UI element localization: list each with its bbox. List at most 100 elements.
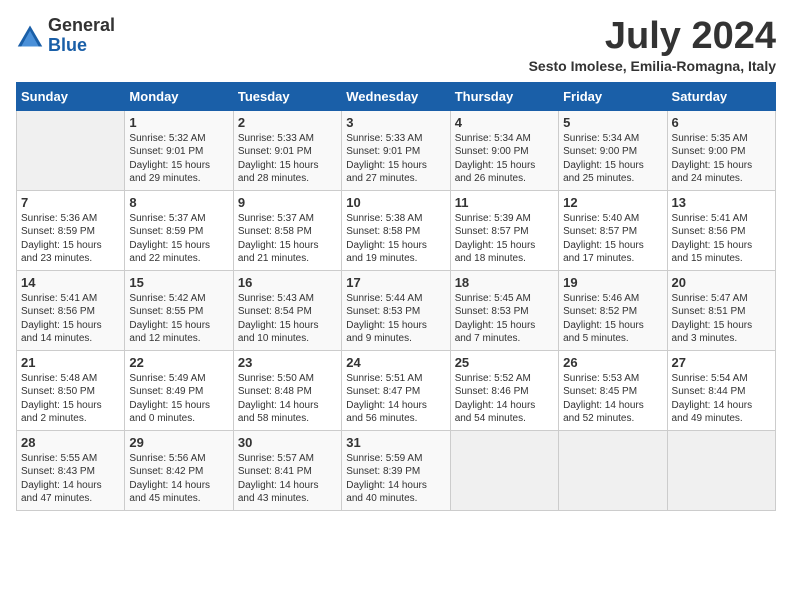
day-number: 23: [238, 355, 337, 370]
month-title: July 2024: [529, 16, 776, 58]
day-cell: 30 Sunrise: 5:57 AM Sunset: 8:41 PM Dayli…: [233, 430, 341, 510]
day-number: 1: [129, 115, 228, 130]
day-number: 5: [563, 115, 662, 130]
header-cell-monday: Monday: [125, 82, 233, 110]
day-cell: 15 Sunrise: 5:42 AM Sunset: 8:55 PM Dayli…: [125, 270, 233, 350]
week-row-1: 1 Sunrise: 5:32 AM Sunset: 9:01 PM Daylig…: [17, 110, 776, 190]
day-cell: 25 Sunrise: 5:52 AM Sunset: 8:46 PM Dayli…: [450, 350, 558, 430]
day-info: Sunrise: 5:54 AM Sunset: 8:44 PM Dayligh…: [672, 372, 771, 426]
day-number: 24: [346, 355, 445, 370]
day-number: 15: [129, 275, 228, 290]
day-cell: [559, 430, 667, 510]
day-number: 11: [455, 195, 554, 210]
day-info: Sunrise: 5:33 AM Sunset: 9:01 PM Dayligh…: [346, 132, 445, 186]
day-cell: 8 Sunrise: 5:37 AM Sunset: 8:59 PM Daylig…: [125, 190, 233, 270]
day-info: Sunrise: 5:44 AM Sunset: 8:53 PM Dayligh…: [346, 292, 445, 346]
day-number: 7: [21, 195, 120, 210]
day-number: 21: [21, 355, 120, 370]
day-cell: 18 Sunrise: 5:45 AM Sunset: 8:53 PM Dayli…: [450, 270, 558, 350]
week-row-4: 21 Sunrise: 5:48 AM Sunset: 8:50 PM Dayli…: [17, 350, 776, 430]
day-info: Sunrise: 5:55 AM Sunset: 8:43 PM Dayligh…: [21, 452, 120, 506]
day-info: Sunrise: 5:37 AM Sunset: 8:59 PM Dayligh…: [129, 212, 228, 266]
day-cell: 5Sunrise: 5:34 AM Sunset: 9:00 PM Daylig…: [559, 110, 667, 190]
day-info: Sunrise: 5:59 AM Sunset: 8:39 PM Dayligh…: [346, 452, 445, 506]
day-cell: 11 Sunrise: 5:39 AM Sunset: 8:57 PM Dayli…: [450, 190, 558, 270]
day-number: 27: [672, 355, 771, 370]
day-cell: 2 Sunrise: 5:33 AM Sunset: 9:01 PM Daylig…: [233, 110, 341, 190]
page-header: General Blue July 2024 Sesto Imolese, Em…: [16, 16, 776, 74]
day-cell: 9Sunrise: 5:37 AM Sunset: 8:58 PM Daylig…: [233, 190, 341, 270]
day-number: 14: [21, 275, 120, 290]
day-info: Sunrise: 5:41 AM Sunset: 8:56 PM Dayligh…: [21, 292, 120, 346]
day-cell: 12Sunrise: 5:40 AM Sunset: 8:57 PM Dayli…: [559, 190, 667, 270]
day-cell: 13 Sunrise: 5:41 AM Sunset: 8:56 PM Dayli…: [667, 190, 775, 270]
day-info: Sunrise: 5:48 AM Sunset: 8:50 PM Dayligh…: [21, 372, 120, 426]
day-info: Sunrise: 5:32 AM Sunset: 9:01 PM Dayligh…: [129, 132, 228, 186]
day-info: Sunrise: 5:49 AM Sunset: 8:49 PM Dayligh…: [129, 372, 228, 426]
day-cell: 20Sunrise: 5:47 AM Sunset: 8:51 PM Dayli…: [667, 270, 775, 350]
day-info: Sunrise: 5:41 AM Sunset: 8:56 PM Dayligh…: [672, 212, 771, 266]
day-number: 26: [563, 355, 662, 370]
day-number: 13: [672, 195, 771, 210]
day-cell: 28 Sunrise: 5:55 AM Sunset: 8:43 PM Dayli…: [17, 430, 125, 510]
day-info: Sunrise: 5:33 AM Sunset: 9:01 PM Dayligh…: [238, 132, 337, 186]
calendar-header: SundayMondayTuesdayWednesdayThursdayFrid…: [17, 82, 776, 110]
day-number: 25: [455, 355, 554, 370]
day-number: 28: [21, 435, 120, 450]
day-cell: 24 Sunrise: 5:51 AM Sunset: 8:47 PM Dayli…: [342, 350, 450, 430]
day-info: Sunrise: 5:46 AM Sunset: 8:52 PM Dayligh…: [563, 292, 662, 346]
day-cell: 1 Sunrise: 5:32 AM Sunset: 9:01 PM Daylig…: [125, 110, 233, 190]
header-cell-tuesday: Tuesday: [233, 82, 341, 110]
day-cell: 31 Sunrise: 5:59 AM Sunset: 8:39 PM Dayli…: [342, 430, 450, 510]
header-cell-saturday: Saturday: [667, 82, 775, 110]
day-info: Sunrise: 5:50 AM Sunset: 8:48 PM Dayligh…: [238, 372, 337, 426]
day-number: 10: [346, 195, 445, 210]
logo: General Blue: [16, 16, 115, 56]
day-info: Sunrise: 5:37 AM Sunset: 8:58 PM Dayligh…: [238, 212, 337, 266]
day-info: Sunrise: 5:35 AM Sunset: 9:00 PM Dayligh…: [672, 132, 771, 186]
day-info: Sunrise: 5:42 AM Sunset: 8:55 PM Dayligh…: [129, 292, 228, 346]
day-number: 12: [563, 195, 662, 210]
day-number: 31: [346, 435, 445, 450]
day-number: 2: [238, 115, 337, 130]
week-row-3: 14 Sunrise: 5:41 AM Sunset: 8:56 PM Dayli…: [17, 270, 776, 350]
day-cell: 7Sunrise: 5:36 AM Sunset: 8:59 PM Daylig…: [17, 190, 125, 270]
day-number: 20: [672, 275, 771, 290]
header-cell-thursday: Thursday: [450, 82, 558, 110]
day-info: Sunrise: 5:39 AM Sunset: 8:57 PM Dayligh…: [455, 212, 554, 266]
day-number: 3: [346, 115, 445, 130]
day-cell: 4Sunrise: 5:34 AM Sunset: 9:00 PM Daylig…: [450, 110, 558, 190]
day-number: 8: [129, 195, 228, 210]
day-number: 19: [563, 275, 662, 290]
day-number: 17: [346, 275, 445, 290]
logo-text: General Blue: [48, 16, 115, 56]
day-info: Sunrise: 5:51 AM Sunset: 8:47 PM Dayligh…: [346, 372, 445, 426]
logo-icon: [16, 22, 44, 50]
day-number: 18: [455, 275, 554, 290]
day-number: 30: [238, 435, 337, 450]
day-cell: 23 Sunrise: 5:50 AM Sunset: 8:48 PM Dayli…: [233, 350, 341, 430]
day-cell: [667, 430, 775, 510]
day-info: Sunrise: 5:52 AM Sunset: 8:46 PM Dayligh…: [455, 372, 554, 426]
day-cell: [17, 110, 125, 190]
header-cell-sunday: Sunday: [17, 82, 125, 110]
day-info: Sunrise: 5:45 AM Sunset: 8:53 PM Dayligh…: [455, 292, 554, 346]
day-info: Sunrise: 5:57 AM Sunset: 8:41 PM Dayligh…: [238, 452, 337, 506]
day-cell: 26 Sunrise: 5:53 AM Sunset: 8:45 PM Dayli…: [559, 350, 667, 430]
day-cell: 22Sunrise: 5:49 AM Sunset: 8:49 PM Dayli…: [125, 350, 233, 430]
header-row: SundayMondayTuesdayWednesdayThursdayFrid…: [17, 82, 776, 110]
day-cell: 27 Sunrise: 5:54 AM Sunset: 8:44 PM Dayli…: [667, 350, 775, 430]
day-cell: 14 Sunrise: 5:41 AM Sunset: 8:56 PM Dayli…: [17, 270, 125, 350]
day-info: Sunrise: 5:43 AM Sunset: 8:54 PM Dayligh…: [238, 292, 337, 346]
week-row-2: 7Sunrise: 5:36 AM Sunset: 8:59 PM Daylig…: [17, 190, 776, 270]
day-number: 6: [672, 115, 771, 130]
day-cell: 19 Sunrise: 5:46 AM Sunset: 8:52 PM Dayli…: [559, 270, 667, 350]
day-cell: 6 Sunrise: 5:35 AM Sunset: 9:00 PM Daylig…: [667, 110, 775, 190]
day-cell: 10Sunrise: 5:38 AM Sunset: 8:58 PM Dayli…: [342, 190, 450, 270]
day-cell: [450, 430, 558, 510]
day-cell: 29Sunrise: 5:56 AM Sunset: 8:42 PM Dayli…: [125, 430, 233, 510]
day-cell: 21 Sunrise: 5:48 AM Sunset: 8:50 PM Dayli…: [17, 350, 125, 430]
logo-general-text: General: [48, 15, 115, 35]
location: Sesto Imolese, Emilia-Romagna, Italy: [529, 58, 776, 74]
day-info: Sunrise: 5:53 AM Sunset: 8:45 PM Dayligh…: [563, 372, 662, 426]
